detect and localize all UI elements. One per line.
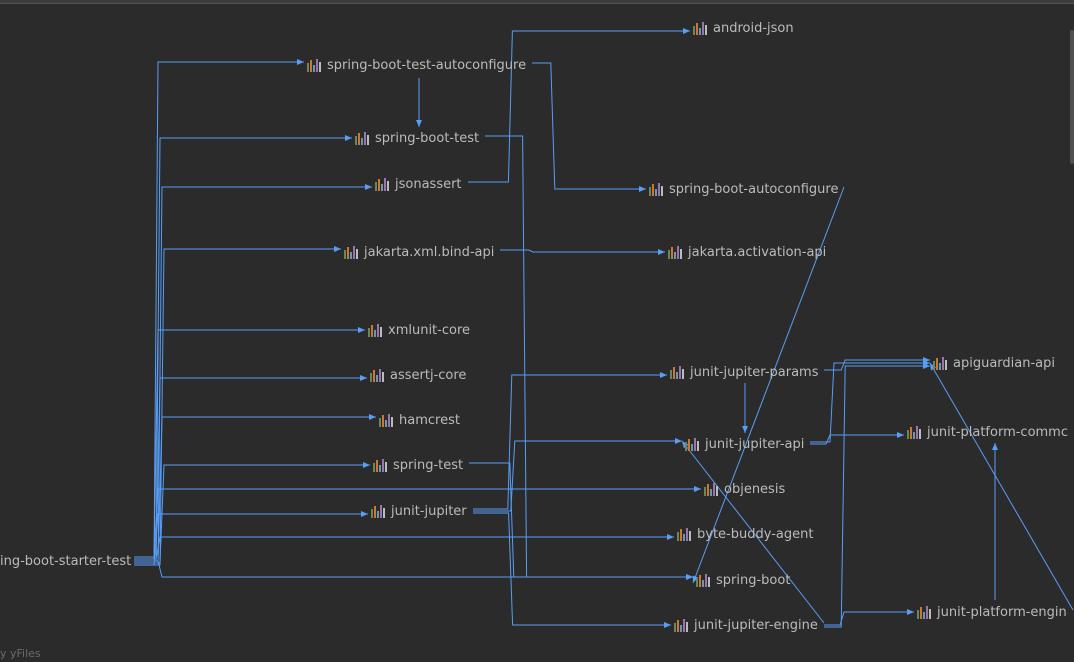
edge-spring-test-to-spring-boot [469, 462, 693, 580]
edge-jupiter-api-to-platform-commons [810, 432, 904, 445]
node-spring-test[interactable]: spring-test [373, 456, 463, 474]
edge-starter-test-to-test-autoconfigure [134, 59, 304, 560]
node-jupiter-engine[interactable]: junit-jupiter-engine [674, 616, 818, 634]
maven-library-icon [670, 365, 685, 379]
node-label: jsonassert [395, 176, 462, 192]
edge-jupiter-params-to-apiguardian [824, 357, 930, 371]
node-label: spring-boot-autoconfigure [669, 181, 839, 197]
node-jakarta-activation[interactable]: jakarta.activation-api [668, 243, 826, 261]
maven-library-icon [649, 182, 664, 196]
node-assertj[interactable]: assertj-core [370, 366, 466, 384]
node-label: jakarta.activation-api [688, 244, 827, 260]
node-spring-boot[interactable]: spring-boot [696, 571, 790, 589]
node-label: objenesis [724, 481, 786, 497]
node-starter-test[interactable]: ing-boot-starter-test [0, 552, 131, 570]
maven-library-icon [907, 425, 922, 439]
node-label: apiguardian-api [953, 355, 1055, 371]
node-label: spring-boot [716, 572, 791, 588]
maven-library-icon [685, 437, 700, 451]
edge-junit-jupiter-to-jupiter-api [473, 438, 682, 512]
edge-starter-test-to-jakarta-xml [134, 246, 341, 566]
node-jupiter-api[interactable]: junit-jupiter-api [685, 435, 804, 453]
maven-library-icon [370, 368, 385, 382]
maven-library-icon [373, 458, 388, 472]
maven-library-icon [371, 504, 386, 518]
maven-library-icon [704, 482, 719, 496]
node-xmlunit[interactable]: xmlunit-core [368, 321, 470, 339]
node-label: ing-boot-starter-test [0, 553, 132, 569]
dependency-graph-canvas[interactable] [0, 0, 1074, 662]
maven-library-icon [307, 58, 322, 72]
edge-starter-test-to-byte-buddy [134, 534, 674, 560]
node-test-autoconfigure[interactable]: spring-boot-test-autoconfigure [307, 56, 526, 74]
node-label: junit-platform-commc [927, 424, 1068, 440]
edge-junit-jupiter-to-jupiter-engine [473, 512, 671, 628]
node-label: xmlunit-core [388, 322, 471, 338]
node-label: assertj-core [390, 367, 467, 383]
edge-starter-test-to-objenesis [134, 486, 701, 558]
graph-edges [134, 28, 1074, 628]
maven-library-icon [696, 573, 711, 587]
edge-starter-test-to-assertj [134, 375, 367, 560]
maven-library-icon [917, 605, 932, 619]
maven-library-icon [379, 413, 394, 427]
edge-starter-test-to-jsonassert [134, 184, 372, 564]
node-label: junit-jupiter-params [690, 364, 819, 380]
edge-starter-test-to-junit-jupiter [134, 511, 368, 566]
node-hamcrest[interactable]: hamcrest [379, 411, 460, 429]
node-jakarta-xml[interactable]: jakarta.xml.bind-api [344, 243, 494, 261]
maven-library-icon [368, 323, 383, 337]
node-label: spring-boot-test-autoconfigure [327, 57, 527, 73]
node-jupiter-params[interactable]: junit-jupiter-params [670, 363, 818, 381]
edge-platform-engine-to-apiguardian [929, 362, 1074, 611]
maven-library-icon [375, 177, 390, 191]
node-boot-test[interactable]: spring-boot-test [355, 129, 479, 147]
vertical-scrollbar[interactable] [1070, 30, 1074, 164]
edge-starter-test-to-spring-boot [134, 560, 693, 580]
node-boot-autoconfigure[interactable]: spring-boot-autoconfigure [649, 180, 838, 198]
maven-library-icon [355, 131, 370, 145]
node-label: junit-jupiter [391, 503, 467, 519]
node-junit-jupiter[interactable]: junit-jupiter [371, 502, 467, 520]
edge-jakarta-xml-to-jakarta-activation [500, 249, 665, 255]
node-label: junit-jupiter-api [705, 436, 805, 452]
edge-jupiter-engine-to-platform-engine [824, 609, 914, 626]
edge-starter-test-to-xmlunit [134, 327, 365, 558]
maven-library-icon [933, 356, 948, 370]
node-label: jakarta.xml.bind-api [364, 244, 495, 260]
edge-jupiter-engine-to-apiguardian [824, 363, 930, 628]
node-platform-engine[interactable]: junit-platform-engin [917, 603, 1067, 621]
maven-library-icon [344, 245, 359, 259]
node-label: junit-platform-engin [937, 604, 1067, 620]
node-label: android-json [713, 20, 794, 36]
node-label: spring-boot-test [375, 130, 480, 146]
edge-starter-test-to-boot-test [134, 135, 352, 562]
yfiles-watermark: y yFiles [0, 647, 41, 660]
edge-test-autoconfigure-to-boot-autoconfigure [532, 62, 646, 192]
node-android-json[interactable]: android-json [693, 19, 794, 37]
edge-boot-test-to-spring-boot [485, 135, 693, 580]
node-label: hamcrest [399, 412, 460, 428]
node-objenesis[interactable]: objenesis [704, 480, 785, 498]
node-platform-commons[interactable]: junit-platform-commc [907, 423, 1068, 441]
maven-library-icon [693, 21, 708, 35]
node-label: spring-test [393, 457, 464, 473]
node-byte-buddy[interactable]: byte-buddy-agent [677, 525, 813, 543]
node-apiguardian[interactable]: apiguardian-api [933, 354, 1055, 372]
node-label: junit-jupiter-engine [694, 617, 818, 633]
maven-library-icon [674, 618, 689, 632]
maven-library-icon [677, 527, 692, 541]
node-label: byte-buddy-agent [697, 526, 814, 542]
node-jsonassert[interactable]: jsonassert [375, 175, 462, 193]
maven-library-icon [668, 245, 683, 259]
edge-jsonassert-to-android-json [468, 28, 690, 183]
